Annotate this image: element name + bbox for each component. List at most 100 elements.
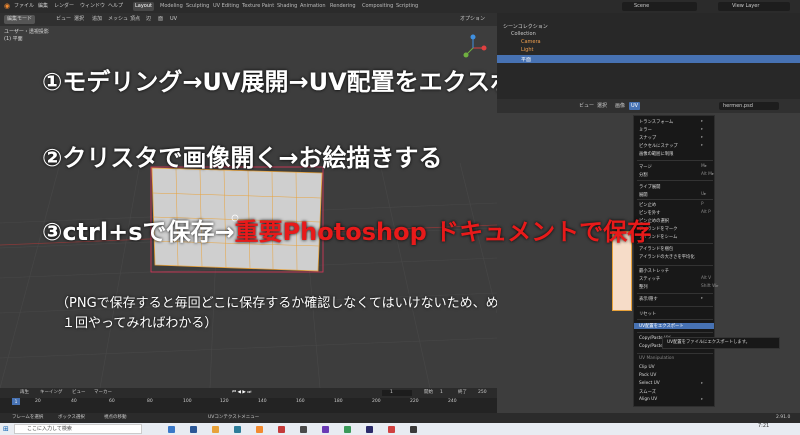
- blender-taskbar-icon[interactable]: [256, 426, 263, 433]
- app-icon[interactable]: [190, 426, 197, 433]
- tab-scripting[interactable]: Scripting: [394, 2, 420, 11]
- menu-render[interactable]: レンダー: [54, 0, 74, 13]
- end-field[interactable]: 250: [478, 388, 487, 398]
- tab-sculpting[interactable]: Sculpting: [184, 2, 211, 11]
- tick-label: 140: [258, 399, 267, 404]
- tab-animation[interactable]: Animation: [298, 2, 328, 11]
- timeline[interactable]: 再生 キーイング ビュー マーカー ⏮ ◀ ▶ ⏭ 1 開始 1 終了 250 …: [0, 388, 497, 413]
- uv-menu-item[interactable]: トランスフォーム ▸: [639, 119, 703, 125]
- viewport-menu-edge[interactable]: 辺: [146, 13, 151, 26]
- play-controls-icon[interactable]: ⏮ ◀ ▶ ⏭: [232, 388, 251, 398]
- outliner-item-light[interactable]: Light: [521, 47, 533, 53]
- current-frame-field[interactable]: 1: [382, 390, 412, 396]
- uv-menu-image[interactable]: 画像: [615, 99, 625, 113]
- uv-menu-item-label: 表示/隠す: [639, 297, 658, 302]
- uv-menu-item-shortcut: P: [701, 202, 704, 207]
- uv-menu-item[interactable]: ピクセルにスナップ ▸: [639, 143, 703, 149]
- uv-menu-item[interactable]: スムーズ: [639, 389, 656, 395]
- uv-menu-item[interactable]: Clip UV: [639, 365, 655, 370]
- uv-menu-item[interactable]: ライブ展開: [639, 184, 660, 190]
- viewport-menu-mesh[interactable]: メッシュ: [108, 13, 128, 26]
- image-selector[interactable]: hermen.psd: [719, 102, 779, 110]
- tick-label: 100: [183, 399, 192, 404]
- taskbar-search-input[interactable]: ここに入力して検索: [14, 424, 142, 434]
- status-select-frame: フレームを選択: [12, 415, 44, 420]
- viewport-menu-add[interactable]: 追加: [92, 13, 102, 26]
- tick-label: 120: [220, 399, 229, 404]
- app-icon[interactable]: [366, 426, 373, 433]
- uv-menu-item[interactable]: スナップ ▸: [639, 135, 703, 141]
- uv-menu-item[interactable]: アイランドの大きさを平均化: [639, 254, 695, 260]
- menu-edit[interactable]: 編集: [38, 0, 48, 13]
- uv-menu-item[interactable]: リセット: [639, 311, 656, 317]
- uv-menu-item[interactable]: ピン止め P: [639, 202, 704, 208]
- outliner-item-collection[interactable]: Collection: [511, 31, 536, 37]
- app-icon[interactable]: [410, 426, 417, 433]
- mode-selector[interactable]: 編集モード: [4, 15, 36, 24]
- uv-menu-item[interactable]: 表示/隠す ▸: [639, 296, 703, 302]
- end-label: 終了: [458, 390, 467, 395]
- uv-menu-view[interactable]: ビュー: [579, 99, 594, 113]
- uv-menu-item[interactable]: Align UV ▸: [639, 397, 703, 402]
- uv-menu-item-shortcut: Alt M▸: [701, 172, 715, 177]
- timeline-ruler: 20 40 60 80 100 120 140 160 180 200 220 …: [0, 398, 497, 406]
- tab-shading[interactable]: Shading: [275, 2, 299, 11]
- navigation-gizmo-icon[interactable]: [458, 33, 488, 63]
- app-icon[interactable]: [388, 426, 395, 433]
- uv-menu-item[interactable]: スティッチ Alt V: [639, 276, 711, 282]
- uv-menu-uv[interactable]: UV: [629, 102, 641, 110]
- outliner-title: シーンコレクション: [503, 24, 548, 30]
- uv-menu-item-label: 展開: [639, 193, 648, 198]
- view-layer-selector[interactable]: View Layer: [718, 2, 790, 11]
- uv-menu-item[interactable]: 分割 Alt M▸: [639, 172, 714, 178]
- uv-menu-item[interactable]: ミラー ▸: [639, 127, 703, 133]
- app-icon[interactable]: [300, 426, 307, 433]
- uv-menu-item[interactable]: 画像の範囲に制限: [639, 151, 673, 157]
- viewport-menu-vertex[interactable]: 頂点: [130, 13, 140, 26]
- timeline-menu-playback[interactable]: 再生: [20, 388, 29, 398]
- start-field[interactable]: 1: [440, 388, 443, 398]
- tab-modeling[interactable]: Modeling: [158, 2, 185, 11]
- uv-menu-item[interactable]: Pack UV: [639, 373, 656, 378]
- outliner-item-plane-row[interactable]: [497, 55, 800, 63]
- uv-menu-item-shortcut: Alt P: [701, 210, 711, 215]
- viewport-menu-face[interactable]: 面: [158, 13, 163, 26]
- viewport-menu-select[interactable]: 選択: [74, 13, 84, 26]
- uv-menu-item[interactable]: 整列 Shift W▸: [639, 284, 719, 290]
- outliner-item-plane[interactable]: 平面: [521, 56, 531, 63]
- windows-start-icon[interactable]: ⊞: [3, 425, 9, 433]
- blender-logo-icon[interactable]: ◉: [4, 0, 10, 13]
- menu-help[interactable]: ヘルプ: [108, 0, 123, 13]
- tick-label: 220: [410, 399, 419, 404]
- menu-file[interactable]: ファイル: [14, 0, 34, 13]
- app-icon[interactable]: [344, 426, 351, 433]
- uv-menu-item[interactable]: Select UV ▸: [639, 381, 703, 386]
- taskbar: ⊞ ここに入力して検索 7:21: [0, 423, 800, 435]
- uv-menu-item[interactable]: マージ M▸: [639, 164, 707, 170]
- timeline-menu-marker[interactable]: マーカー: [94, 388, 112, 398]
- tab-layout[interactable]: Layout: [133, 2, 154, 11]
- tab-uv-editing[interactable]: UV Editing: [211, 2, 241, 11]
- uv-menu-item-export-uv-layout[interactable]: UV配置をエクスポート: [634, 323, 714, 329]
- scene-selector[interactable]: Scene: [622, 2, 697, 11]
- tab-compositing[interactable]: Compositing: [360, 2, 395, 11]
- app-icon[interactable]: [322, 426, 329, 433]
- file-explorer-icon[interactable]: [212, 426, 219, 433]
- uv-menu-select[interactable]: 選択: [597, 99, 607, 113]
- timeline-menu-view[interactable]: ビュー: [72, 388, 86, 398]
- uv-menu-item-label: 整列: [639, 285, 648, 290]
- task-view-icon[interactable]: [168, 426, 175, 433]
- tab-rendering[interactable]: Rendering: [328, 2, 358, 11]
- viewport-menu-view[interactable]: ビュー: [56, 13, 71, 26]
- outliner-item-camera[interactable]: Camera: [521, 39, 541, 45]
- uv-menu-item[interactable]: 最小ストレッチ: [639, 268, 669, 274]
- viewport-menu-uv[interactable]: UV: [170, 13, 177, 26]
- uv-menu-item-label: Clip UV: [639, 365, 655, 370]
- edge-icon[interactable]: [234, 426, 241, 433]
- menu-window[interactable]: ウィンドウ: [80, 0, 105, 13]
- uv-menu-item[interactable]: 展開 U▸: [639, 192, 706, 198]
- timeline-menu-keying[interactable]: キーイング: [40, 388, 63, 398]
- options-dropdown[interactable]: オプション: [460, 13, 485, 26]
- app-icon[interactable]: [278, 426, 285, 433]
- tab-texture-paint[interactable]: Texture Paint: [240, 2, 276, 11]
